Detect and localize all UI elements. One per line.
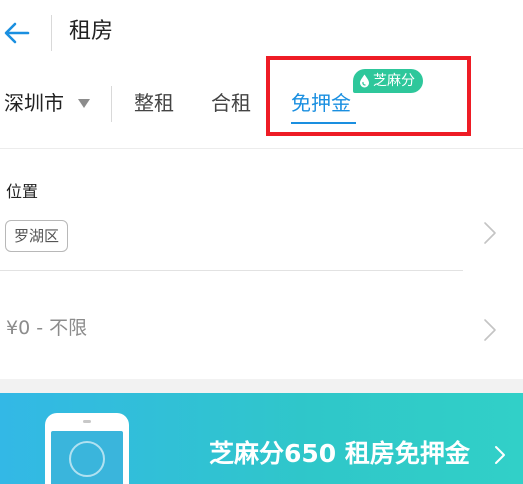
header-bar: 租房 bbox=[0, 0, 523, 62]
header-divider bbox=[51, 15, 52, 51]
chevron-right-icon bbox=[484, 319, 496, 341]
phone-screen-ring bbox=[69, 441, 105, 477]
phone-speaker bbox=[83, 420, 91, 423]
city-label: 深圳市 bbox=[4, 91, 64, 115]
highlight-box bbox=[266, 56, 471, 136]
price-range-label: ¥0 - 不限 bbox=[6, 317, 88, 339]
phone-screen bbox=[51, 431, 123, 484]
page-title: 租房 bbox=[69, 19, 114, 44]
city-selector[interactable]: 深圳市 bbox=[4, 88, 90, 118]
dropdown-triangle-icon bbox=[78, 99, 90, 108]
phone-illustration bbox=[45, 413, 129, 484]
tabs-divider bbox=[111, 86, 112, 122]
banner-headline: 芝麻分650 租房免押金 bbox=[209, 439, 470, 468]
location-filter[interactable]: 位置 罗湖区 bbox=[0, 150, 523, 270]
section-gap bbox=[0, 379, 523, 393]
district-tag[interactable]: 罗湖区 bbox=[5, 220, 69, 252]
back-arrow-icon[interactable] bbox=[4, 20, 30, 46]
banner-chevron-icon bbox=[495, 446, 505, 464]
tab-shared-rent[interactable]: 合租 bbox=[211, 88, 251, 118]
tab-whole-rent[interactable]: 整租 bbox=[134, 88, 174, 118]
section-divider bbox=[0, 148, 523, 149]
chevron-right-icon bbox=[484, 222, 496, 244]
price-filter[interactable]: ¥0 - 不限 bbox=[0, 271, 523, 379]
location-label: 位置 bbox=[6, 182, 39, 201]
promo-banner[interactable]: 芝麻分650 租房免押金 bbox=[0, 393, 523, 484]
